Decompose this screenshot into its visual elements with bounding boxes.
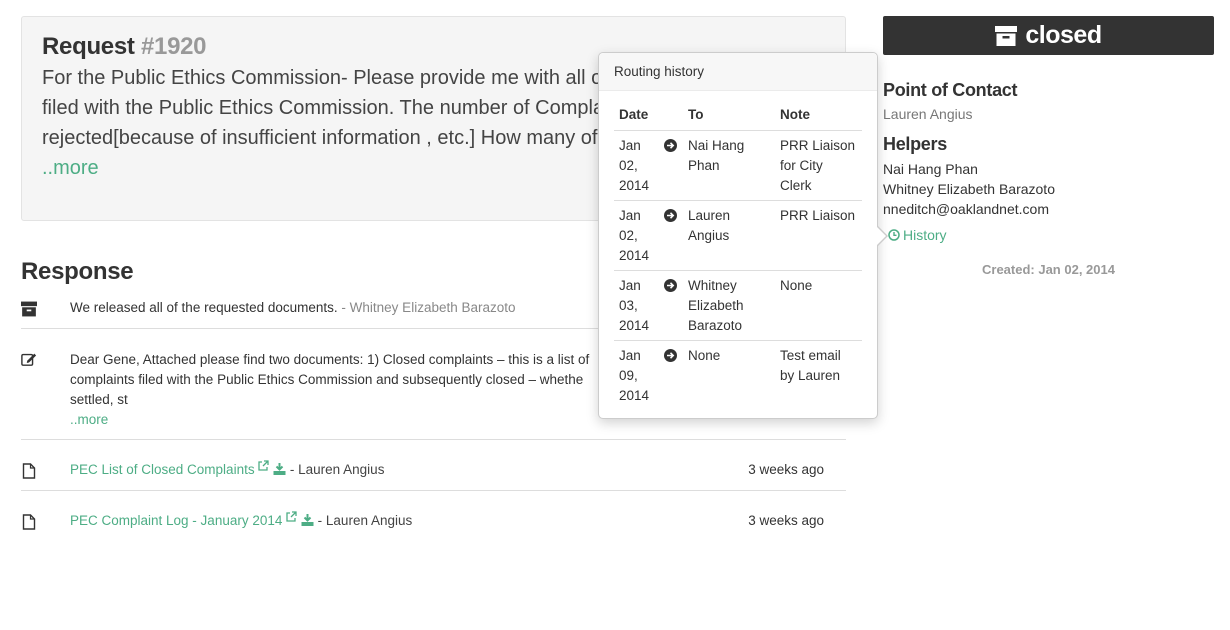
routing-date-part: 02, xyxy=(619,228,638,243)
arrow-circle-right-icon xyxy=(664,279,677,292)
response-time: 3 weeks ago xyxy=(748,513,824,528)
routing-date-part: 09, xyxy=(619,368,638,383)
routing-date: Jan 03, 2014 xyxy=(614,270,662,341)
helper-email: nneditch@oaklandnet.com xyxy=(883,201,1049,217)
external-link-icon[interactable] xyxy=(286,511,297,522)
status-banner: closed xyxy=(883,16,1214,55)
column-header-date: Date xyxy=(614,100,662,131)
table-row: Jan 03, 2014 Whitney Elizabeth Barazoto None xyxy=(614,270,862,341)
history-label: History xyxy=(903,227,947,243)
external-link-icon[interactable] xyxy=(258,460,269,471)
arrow-circle-right-icon xyxy=(664,209,677,222)
routing-history-popover: Routing history Date To Note Jan 02, 2014 N… xyxy=(598,52,888,419)
routing-date-part: Jan xyxy=(619,138,641,153)
edit-icon xyxy=(21,353,37,366)
routing-date-part: 2014 xyxy=(619,178,650,193)
routing-date-part: Jan xyxy=(619,348,641,363)
popover-title: Routing history xyxy=(599,53,877,91)
helpers-heading: Helpers xyxy=(883,134,947,154)
helper-name: Nai Hang Phan xyxy=(883,161,978,177)
routing-note: PRR Liaison for City Clerk xyxy=(775,130,862,201)
helper-name: Whitney Elizabeth Barazoto xyxy=(883,181,1055,197)
response-time: 3 weeks ago xyxy=(748,462,824,477)
routing-note: Test email by Lauren xyxy=(780,348,841,383)
routing-arrow-cell xyxy=(662,270,683,341)
routing-arrow-cell xyxy=(662,130,683,201)
created-date: Created: Jan 02, 2014 xyxy=(982,262,1115,277)
arrow-circle-right-icon xyxy=(664,349,677,362)
response-more-link[interactable]: ..more xyxy=(70,410,589,430)
routing-date: Jan 09, 2014 xyxy=(614,341,662,411)
routing-to: Whitney Elizabeth Barazoto xyxy=(683,270,775,341)
archive-icon xyxy=(21,301,37,317)
response-author: - Whitney Elizabeth Barazoto xyxy=(337,300,516,315)
table-row: Jan 09, 2014 None Test email by Lauren xyxy=(614,341,862,411)
table-row: Jan 02, 2014 Lauren Angius PRR Liaison xyxy=(614,200,862,271)
request-label: Request xyxy=(42,33,135,60)
document-link[interactable]: PEC Complaint Log - January 2014 xyxy=(70,513,282,528)
routing-arrow-cell xyxy=(662,200,683,271)
response-item: PEC Complaint Log - January 2014 - Laure… xyxy=(21,490,846,541)
routing-date-part: Jan xyxy=(619,278,641,293)
routing-history-table: Date To Note Jan 02, 2014 Nai Hang Phan PRR … xyxy=(614,100,862,410)
response-item: PEC List of Closed Complaints - Lauren A… xyxy=(21,439,846,490)
routing-to: Nai Hang Phan xyxy=(683,130,775,201)
routing-date-part: 03, xyxy=(619,298,638,313)
routing-date-part: 02, xyxy=(619,158,638,173)
popover-arrow xyxy=(876,225,888,247)
point-of-contact-heading: Point of Contact xyxy=(883,80,1018,100)
column-header-to: To xyxy=(683,100,775,131)
routing-to: None xyxy=(688,348,721,363)
document-link[interactable]: PEC List of Closed Complaints xyxy=(70,462,255,477)
response-text-line: complaints filed with the Public Ethics … xyxy=(70,372,584,387)
routing-date-part: 2014 xyxy=(619,318,650,333)
clock-icon xyxy=(888,229,900,241)
history-link[interactable]: History xyxy=(888,227,947,243)
request-more-link[interactable]: ..more xyxy=(42,153,99,183)
response-author: - Lauren Angius xyxy=(289,462,385,477)
response-text-line: Dear Gene, Attached please find two docu… xyxy=(70,352,590,367)
point-of-contact-name: Lauren Angius xyxy=(883,106,973,122)
routing-date: Jan 02, 2014 xyxy=(614,130,662,201)
routing-date-part: Jan xyxy=(619,208,641,223)
routing-to: Lauren Angius xyxy=(683,200,775,271)
routing-arrow-cell xyxy=(662,341,683,411)
archive-icon xyxy=(995,25,1018,46)
routing-date: Jan 02, 2014 xyxy=(614,200,662,271)
table-header-row: Date To Note xyxy=(614,100,862,131)
request-title: Request #1920 xyxy=(42,33,207,61)
request-number: #1920 xyxy=(140,33,207,60)
download-icon[interactable] xyxy=(301,514,314,526)
arrow-circle-right-icon xyxy=(664,139,677,152)
file-icon xyxy=(22,463,36,479)
response-author: - Lauren Angius xyxy=(317,513,413,528)
routing-date-part: 2014 xyxy=(619,388,650,403)
response-heading: Response xyxy=(21,258,134,285)
table-row: Jan 02, 2014 Nai Hang Phan PRR Liaison for C… xyxy=(614,130,862,201)
download-icon[interactable] xyxy=(273,463,286,475)
column-header-note: Note xyxy=(775,100,862,131)
response-text-line: settled, st xyxy=(70,392,128,407)
column-header-spacer xyxy=(662,100,683,131)
response-text: We released all of the requested documen… xyxy=(70,300,338,315)
routing-note: PRR Liaison xyxy=(775,200,862,271)
status-label: closed xyxy=(1025,21,1102,49)
routing-date-part: 2014 xyxy=(619,248,650,263)
routing-note: None xyxy=(775,270,862,341)
file-icon xyxy=(22,514,36,530)
